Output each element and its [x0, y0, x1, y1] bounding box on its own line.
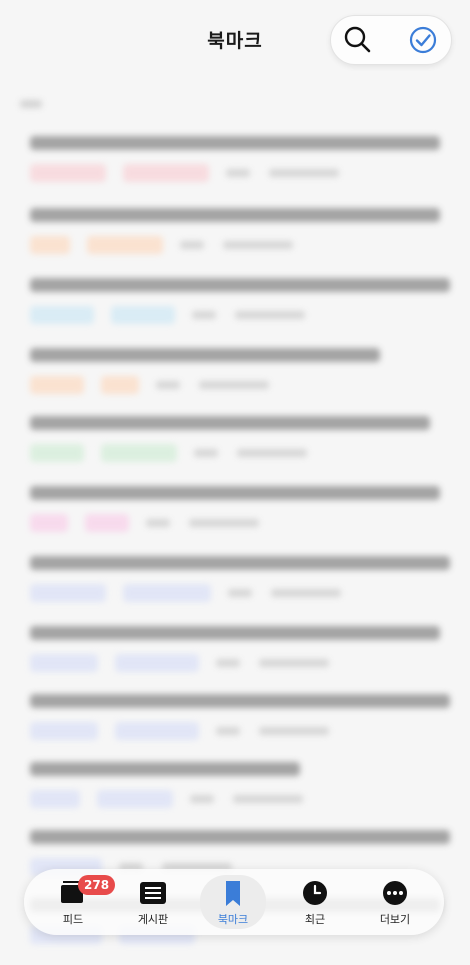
bookmark-title: [30, 348, 380, 362]
bookmark-title: [30, 486, 440, 500]
header-action-pill: [330, 15, 452, 65]
bookmark-item[interactable]: [30, 758, 460, 824]
bookmark-meta: [30, 162, 353, 182]
clock-icon: [303, 881, 327, 905]
more-icon: [383, 881, 407, 905]
bookmark-item[interactable]: [30, 622, 460, 688]
tag: [30, 653, 98, 672]
nav-feed-label: 피드: [62, 913, 84, 926]
bottom-nav: 278 피드 게시판 북마크 최근 더보기: [24, 869, 444, 935]
nav-more[interactable]: 더보기: [362, 875, 428, 929]
tag: [111, 305, 176, 324]
tag: [30, 789, 80, 808]
bookmark-item[interactable]: [30, 690, 460, 756]
bookmark-title: [30, 830, 450, 844]
bookmark-title: [30, 208, 440, 222]
tag: [115, 721, 200, 740]
nav-bookmark-label: 북마크: [217, 913, 249, 926]
tag: [30, 721, 98, 740]
nav-bookmark[interactable]: 북마크: [200, 875, 266, 929]
bookmark-title: [30, 762, 300, 776]
bookmark-list: [0, 82, 470, 965]
bookmark-meta: [30, 234, 307, 254]
tag: [87, 235, 164, 254]
search-icon: [344, 26, 371, 53]
bookmark-item[interactable]: [30, 274, 460, 340]
nav-board-label: 게시판: [137, 913, 169, 926]
bookmark-item[interactable]: [30, 204, 460, 270]
search-button[interactable]: [341, 23, 375, 57]
bookmark-icon: [226, 881, 240, 906]
check-circle-icon: [409, 26, 437, 54]
bookmark-meta: [30, 582, 355, 602]
nav-board[interactable]: 게시판: [120, 875, 186, 929]
tag: [30, 235, 70, 254]
tag: [97, 789, 174, 808]
bookmark-item[interactable]: [30, 132, 460, 198]
tag: [101, 375, 140, 394]
bookmark-meta: [30, 374, 283, 394]
bookmark-count: [20, 100, 42, 108]
bookmark-item[interactable]: [30, 482, 460, 548]
nav-recent-label: 최근: [304, 913, 326, 926]
bookmark-meta: [30, 442, 321, 462]
select-button[interactable]: [406, 23, 440, 57]
app-header: 북마크: [0, 0, 470, 82]
tag: [30, 163, 106, 182]
bookmark-title: [30, 278, 450, 292]
bookmark-title: [30, 626, 440, 640]
tag: [115, 653, 200, 672]
bookmark-title: [30, 416, 430, 430]
bookmark-title: [30, 556, 450, 570]
bookmark-meta: [30, 720, 343, 740]
tag: [30, 513, 68, 532]
bookmark-item[interactable]: [30, 412, 460, 478]
tag: [101, 443, 178, 462]
bookmark-title: [30, 136, 440, 150]
bookmark-meta: [30, 788, 317, 808]
feed-badge: 278: [78, 875, 116, 895]
board-list-icon: [140, 882, 166, 904]
bookmark-meta: [30, 304, 319, 324]
bookmark-item[interactable]: [30, 552, 460, 618]
tag: [30, 583, 106, 602]
nav-recent[interactable]: 최근: [282, 875, 348, 929]
tag: [123, 583, 212, 602]
bookmark-title: [30, 694, 450, 708]
bookmark-meta: [30, 512, 273, 532]
tag: [85, 513, 130, 532]
tag: [30, 305, 94, 324]
bookmark-meta: [30, 652, 343, 672]
nav-more-label: 더보기: [379, 913, 411, 926]
tag: [123, 163, 210, 182]
tag: [30, 375, 84, 394]
tag: [30, 443, 84, 462]
bookmark-item[interactable]: [30, 344, 460, 410]
nav-feed[interactable]: 278 피드: [40, 875, 116, 929]
